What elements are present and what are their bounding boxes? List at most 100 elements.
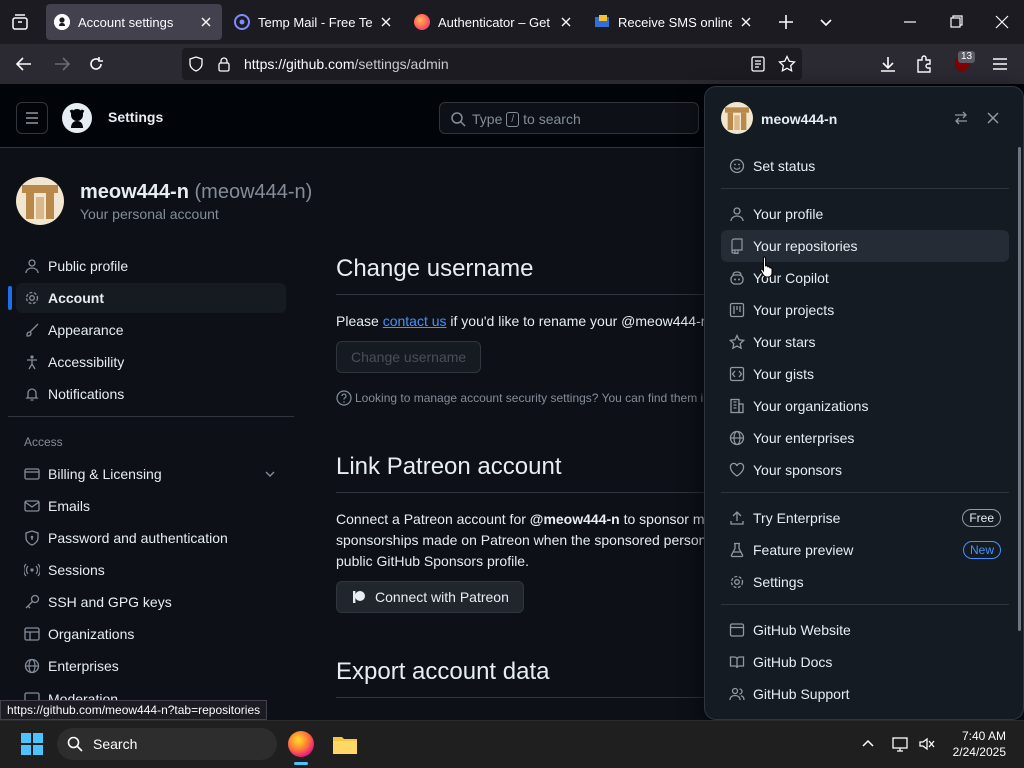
section-divider: [336, 492, 716, 493]
person-icon: [729, 206, 745, 222]
taskbar-search-box[interactable]: Search: [57, 728, 277, 760]
sidebar-item-public-profile[interactable]: Public profile: [16, 251, 286, 281]
beaker-icon: [729, 542, 745, 558]
organization-icon: [729, 398, 745, 414]
list-tabs-icon[interactable]: [816, 12, 836, 32]
tab-temp-mail[interactable]: Temp Mail - Free Temp: [226, 4, 402, 40]
close-menu-icon[interactable]: [985, 110, 1001, 126]
minimize-window-icon[interactable]: [900, 12, 920, 32]
github-icon: [54, 14, 70, 30]
tab-overview-icon[interactable]: [10, 12, 30, 32]
people-icon: [729, 686, 745, 702]
menu-item-github-support[interactable]: GitHub Support: [721, 678, 1009, 710]
close-tab-icon[interactable]: [198, 14, 214, 30]
menu-item-try-enterprise[interactable]: Try Enterprise Free: [721, 502, 1009, 534]
temp-mail-icon: [234, 14, 250, 30]
address-bar[interactable]: https://github.com/settings/admin: [182, 48, 802, 80]
connect-patreon-button[interactable]: Connect with Patreon: [336, 581, 524, 613]
menu-item-your-projects[interactable]: Your projects: [721, 294, 1009, 326]
menu-item-your-organizations[interactable]: Your organizations: [721, 390, 1009, 422]
sms-site-icon: [594, 14, 610, 30]
menu-item-your-sponsors[interactable]: Your sponsors: [721, 454, 1009, 486]
show-hidden-icons[interactable]: [860, 736, 876, 752]
close-window-icon[interactable]: [992, 12, 1012, 32]
tab-account-settings[interactable]: Account settings: [46, 4, 222, 40]
sidebar-item-billing[interactable]: Billing & Licensing: [16, 459, 286, 489]
new-tab-icon[interactable]: [776, 12, 796, 32]
sidebar-item-accessibility[interactable]: Accessibility: [16, 347, 286, 377]
search-icon: [67, 736, 83, 752]
star-icon: [729, 334, 745, 350]
menu-item-github-docs[interactable]: GitHub Docs: [721, 646, 1009, 678]
gear-icon: [24, 290, 40, 306]
close-tab-icon[interactable]: [738, 14, 754, 30]
close-tab-icon[interactable]: [378, 14, 394, 30]
sidebar-section-label: Access: [24, 435, 63, 449]
chevron-down-icon[interactable]: [262, 466, 278, 482]
close-tab-icon[interactable]: [558, 14, 574, 30]
github-logo-icon[interactable]: [61, 102, 93, 134]
downloads-icon[interactable]: [878, 54, 898, 74]
section-divider: [336, 294, 716, 295]
menu-item-github-website[interactable]: GitHub Website: [721, 614, 1009, 646]
heart-icon: [729, 462, 745, 478]
patreon-icon: [351, 589, 367, 605]
sidebar-item-account[interactable]: Account: [16, 283, 286, 313]
reader-view-icon[interactable]: [750, 56, 766, 72]
clock-date[interactable]: 2/24/2025: [946, 745, 1006, 759]
account-name: meow444-n (meow444-n): [80, 181, 313, 203]
firefox-taskbar-icon[interactable]: [288, 731, 314, 757]
avatar: [16, 177, 64, 225]
lock-icon[interactable]: [216, 56, 232, 72]
bookmark-star-icon[interactable]: [778, 55, 796, 73]
paintbrush-icon: [24, 322, 40, 338]
browser-icon: [729, 622, 745, 638]
switch-account-icon[interactable]: [953, 110, 969, 126]
restore-window-icon[interactable]: [946, 12, 966, 32]
menu-scrollbar[interactable]: [1018, 147, 1021, 631]
sidebar-item-moderation[interactable]: Moderation: [16, 683, 286, 700]
sidebar-item-notifications[interactable]: Notifications: [16, 379, 286, 409]
tracking-shield-icon[interactable]: [188, 56, 204, 72]
menu-divider: [721, 604, 1009, 605]
menu-divider: [721, 188, 1009, 189]
reload-icon[interactable]: [86, 54, 106, 74]
menu-item-set-status[interactable]: Set status: [721, 150, 1009, 182]
tab-receive-sms[interactable]: Receive SMS online | Te: [586, 4, 762, 40]
search-input[interactable]: Type / to search: [439, 102, 699, 134]
credit-card-icon: [24, 466, 40, 482]
menu-item-your-stars[interactable]: Your stars: [721, 326, 1009, 358]
accessibility-icon: [24, 354, 40, 370]
extensions-puzzle-icon[interactable]: [914, 54, 934, 74]
user-menu-dialog: meow444-n Set status Your profile Your r…: [704, 86, 1024, 720]
menu-item-your-profile[interactable]: Your profile: [721, 198, 1009, 230]
url-text[interactable]: https://github.com/settings/admin: [244, 56, 449, 72]
patreon-heading: Link Patreon account: [336, 453, 562, 480]
file-explorer-icon[interactable]: [332, 733, 358, 755]
sidebar-item-appearance[interactable]: Appearance: [16, 315, 286, 345]
app-menu-icon[interactable]: [990, 54, 1010, 74]
contact-us-link[interactable]: contact us: [383, 313, 447, 329]
open-global-nav-button[interactable]: [16, 102, 48, 134]
clock-time[interactable]: 7:40 AM: [958, 729, 1006, 743]
export-heading: Export account data: [336, 658, 550, 685]
menu-item-settings[interactable]: Settings: [721, 566, 1009, 598]
windows-start-icon[interactable]: [20, 732, 44, 756]
back-arrow-icon[interactable]: [14, 54, 34, 74]
sidebar-item-sessions[interactable]: Sessions: [16, 555, 286, 585]
menu-item-your-enterprises[interactable]: Your enterprises: [721, 422, 1009, 454]
change-username-button[interactable]: Change username: [336, 341, 482, 373]
volume-muted-icon[interactable]: [918, 735, 936, 753]
sidebar-item-enterprises[interactable]: Enterprises: [16, 651, 286, 681]
menu-item-feature-preview[interactable]: Feature preview New: [721, 534, 1009, 566]
network-icon[interactable]: [892, 735, 910, 753]
sidebar-item-password[interactable]: Password and authentication: [16, 523, 286, 553]
menu-item-your-gists[interactable]: Your gists: [721, 358, 1009, 390]
sidebar-item-ssh-gpg[interactable]: SSH and GPG keys: [16, 587, 286, 617]
book-icon: [729, 654, 745, 670]
tab-authenticator[interactable]: Authenticator – Get thi: [406, 4, 582, 40]
sidebar-item-organizations[interactable]: Organizations: [16, 619, 286, 649]
person-icon: [24, 258, 40, 274]
forward-arrow-icon[interactable]: [52, 54, 72, 74]
sidebar-item-emails[interactable]: Emails: [16, 491, 286, 521]
